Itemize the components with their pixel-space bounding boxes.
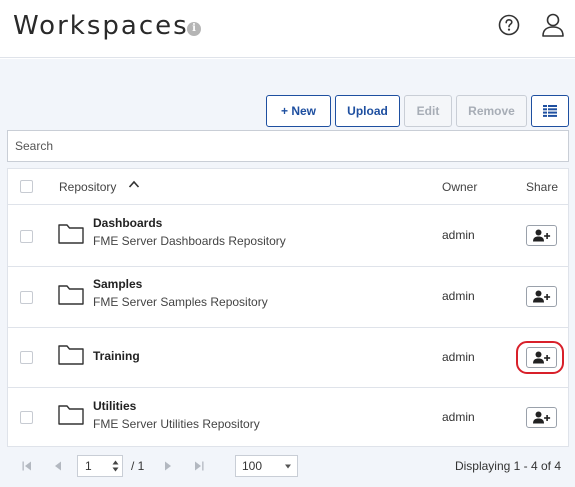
user-profile-icon[interactable] <box>541 12 565 38</box>
share-button[interactable] <box>526 347 557 368</box>
table-header: Repository Owner Share <box>8 169 568 205</box>
share-button[interactable] <box>526 225 557 246</box>
folder-icon <box>58 285 84 305</box>
edit-button[interactable]: Edit <box>404 95 452 127</box>
repository-name[interactable]: Samples <box>93 277 142 291</box>
chevron-down-icon <box>285 464 291 469</box>
owner-value: admin <box>442 289 475 303</box>
page-header: Workspaces i <box>0 0 575 58</box>
remove-button[interactable]: Remove <box>456 95 527 127</box>
page-number-value: 1 <box>85 459 92 473</box>
page-title: Workspaces <box>13 11 189 41</box>
add-user-icon <box>533 411 551 424</box>
next-page-icon[interactable] <box>163 461 173 471</box>
previous-page-icon[interactable] <box>53 461 63 471</box>
select-all-checkbox[interactable] <box>20 180 33 193</box>
folder-icon <box>58 345 84 365</box>
row-checkbox[interactable] <box>20 291 33 304</box>
repository-table: Repository Owner Share Dashboards FME Se… <box>7 168 569 447</box>
add-user-icon <box>533 351 551 364</box>
folder-icon <box>58 405 84 425</box>
repository-description: FME Server Dashboards Repository <box>93 234 286 248</box>
help-icon[interactable] <box>498 14 520 36</box>
new-button[interactable]: + New <box>266 95 331 127</box>
repository-description: FME Server Utilities Repository <box>93 417 260 431</box>
column-header-repository[interactable]: Repository <box>59 180 116 194</box>
share-button[interactable] <box>526 286 557 307</box>
repository-name[interactable]: Training <box>93 349 140 363</box>
table-row[interactable]: Samples FME Server Samples Repository ad… <box>8 267 568 328</box>
last-page-icon[interactable] <box>194 461 204 471</box>
search-input[interactable] <box>7 130 569 162</box>
repository-name[interactable]: Utilities <box>93 399 136 413</box>
share-button[interactable] <box>526 407 557 428</box>
first-page-icon[interactable] <box>22 461 32 471</box>
page-size-value: 100 <box>242 459 263 473</box>
table-row[interactable]: Utilities FME Server Utilities Repositor… <box>8 388 568 447</box>
page-count: / 1 <box>131 459 145 473</box>
displaying-count: Displaying 1 - 4 of 4 <box>454 459 561 473</box>
folder-icon <box>58 224 84 244</box>
columns-icon <box>543 105 557 117</box>
repository-description: FME Server Samples Repository <box>93 295 268 309</box>
column-header-share: Share <box>526 180 559 194</box>
upload-button[interactable]: Upload <box>335 95 400 127</box>
owner-value: admin <box>442 228 475 242</box>
page-number-input[interactable]: 1 <box>77 455 123 477</box>
column-header-owner[interactable]: Owner <box>442 180 477 194</box>
add-user-icon <box>533 290 551 303</box>
sort-ascending-icon[interactable] <box>128 179 140 189</box>
add-user-icon <box>533 229 551 242</box>
row-checkbox[interactable] <box>20 411 33 424</box>
row-checkbox[interactable] <box>20 230 33 243</box>
page-size-select[interactable]: 100 <box>235 455 298 477</box>
page-spinner-icon[interactable] <box>112 459 119 473</box>
table-row[interactable]: Training admin <box>8 328 568 388</box>
owner-value: admin <box>442 350 475 364</box>
owner-value: admin <box>442 410 475 424</box>
info-icon[interactable]: i <box>187 22 201 36</box>
repository-name[interactable]: Dashboards <box>93 216 162 230</box>
table-row[interactable]: Dashboards FME Server Dashboards Reposit… <box>8 206 568 267</box>
row-checkbox[interactable] <box>20 351 33 364</box>
columns-button[interactable] <box>531 95 569 127</box>
pagination-bar: 1 / 1 100 Displaying 1 - 4 of 4 <box>7 448 569 484</box>
